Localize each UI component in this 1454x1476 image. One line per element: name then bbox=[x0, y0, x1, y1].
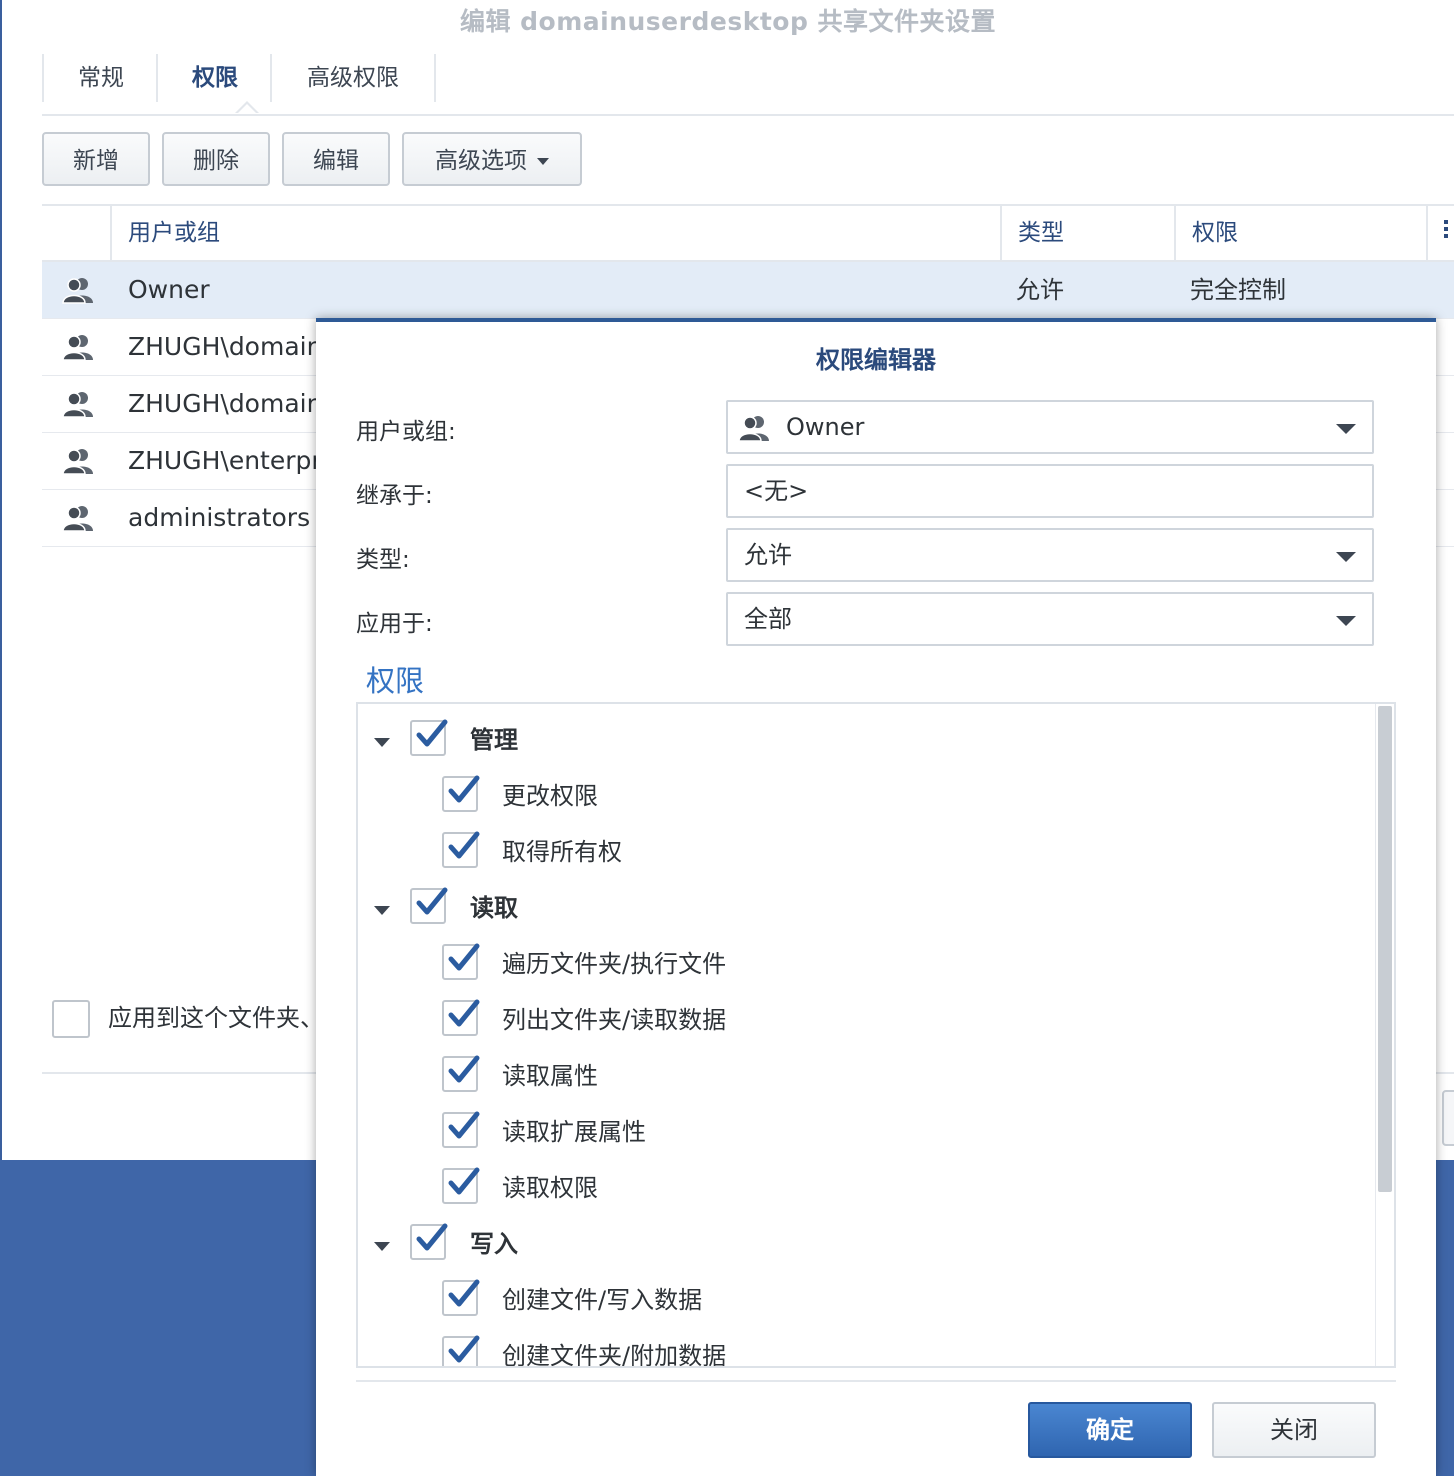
user-or-group-select[interactable]: Owner bbox=[726, 400, 1374, 454]
permission-item[interactable]: 创建文件/写入数据 bbox=[358, 1272, 1358, 1328]
permission-label: 取得所有权 bbox=[502, 838, 622, 866]
users-icon bbox=[62, 447, 96, 475]
permission-label: 读取权限 bbox=[502, 1174, 598, 1202]
advanced-options-label: 高级选项 bbox=[435, 148, 527, 174]
advanced-options-button[interactable]: 高级选项 bbox=[402, 132, 582, 186]
table-row[interactable]: Owner 允许 完全控制 bbox=[42, 262, 1454, 319]
main-footer-button[interactable] bbox=[1442, 1090, 1454, 1146]
permission-checkbox[interactable] bbox=[442, 831, 480, 868]
permission-group[interactable]: 管理 bbox=[358, 712, 1358, 768]
scrollbar-thumb[interactable] bbox=[1378, 706, 1392, 1192]
tab-advanced-permissions[interactable]: 高级权限 bbox=[270, 54, 436, 102]
row-permission: 完全控制 bbox=[1190, 276, 1286, 304]
user-or-group-label: 用户或组: bbox=[356, 419, 456, 445]
dialog-footer-divider bbox=[356, 1380, 1396, 1382]
permission-checkbox[interactable] bbox=[410, 887, 448, 924]
chevron-down-icon bbox=[537, 158, 549, 165]
type-value: 允许 bbox=[744, 541, 792, 569]
permission-label: 更改权限 bbox=[502, 782, 598, 810]
apply-to-value: 全部 bbox=[744, 605, 792, 633]
close-button[interactable]: 关闭 bbox=[1212, 1402, 1376, 1458]
permission-group[interactable]: 写入 bbox=[358, 1216, 1358, 1272]
permission-item[interactable]: 遍历文件夹/执行文件 bbox=[358, 936, 1358, 992]
column-permission[interactable]: 权限 bbox=[1174, 206, 1428, 260]
column-type[interactable]: 类型 bbox=[1000, 206, 1174, 260]
permission-label: 创建文件/写入数据 bbox=[502, 1286, 703, 1314]
permission-checkbox[interactable] bbox=[442, 1055, 480, 1092]
permission-checkbox[interactable] bbox=[442, 1167, 480, 1204]
expand-collapse-icon[interactable] bbox=[374, 1242, 390, 1251]
window-title: 编辑 domainuserdesktop 共享文件夹设置 bbox=[459, 7, 997, 36]
column-user-or-group[interactable]: 用户或组 bbox=[110, 206, 1000, 260]
permissions-section-title: 权限 bbox=[366, 664, 425, 698]
tab-permissions[interactable]: 权限 bbox=[156, 54, 272, 102]
expand-collapse-icon[interactable] bbox=[374, 906, 390, 915]
apply-to-children-label: 应用到这个文件夹、 bbox=[108, 1004, 324, 1032]
users-icon bbox=[62, 390, 96, 418]
column-menu-icon[interactable] bbox=[1444, 220, 1448, 241]
permission-label: 读取扩展属性 bbox=[502, 1118, 646, 1146]
inherited-from-field: <无> bbox=[726, 464, 1374, 518]
permission-checkbox[interactable] bbox=[442, 1111, 480, 1148]
row-user-name: ZHUGH\enterpr bbox=[128, 446, 322, 475]
row-user-name: administrators bbox=[128, 503, 311, 532]
permission-label: 创建文件夹/附加数据 bbox=[502, 1342, 727, 1368]
permissions-tree: 管理更改权限取得所有权读取遍历文件夹/执行文件 列出文件夹/读取数据 读取属性读取扩… bbox=[356, 702, 1396, 1368]
row-user-name: Owner bbox=[128, 275, 210, 304]
users-icon bbox=[738, 416, 769, 442]
table-header: 用户或组 类型 权限 bbox=[42, 204, 1454, 262]
tab-general[interactable]: 常规 bbox=[42, 54, 158, 102]
type-label: 类型: bbox=[356, 547, 410, 573]
permission-item[interactable]: 读取权限 bbox=[358, 1160, 1358, 1216]
permission-label: 列出文件夹/读取数据 bbox=[502, 1006, 727, 1034]
scrollbar[interactable] bbox=[1375, 704, 1394, 1366]
delete-button[interactable]: 删除 bbox=[162, 132, 270, 186]
permission-checkbox[interactable] bbox=[442, 775, 480, 812]
row-type: 允许 bbox=[1016, 276, 1064, 304]
permission-checkbox[interactable] bbox=[442, 1335, 480, 1366]
users-icon bbox=[62, 504, 96, 532]
ok-button[interactable]: 确定 bbox=[1028, 1402, 1192, 1458]
row-user-name: ZHUGH\domain bbox=[128, 389, 323, 418]
apply-to-select[interactable]: 全部 bbox=[726, 592, 1374, 646]
dropdown-arrow-icon bbox=[1336, 616, 1356, 626]
users-icon bbox=[62, 333, 96, 361]
permission-checkbox[interactable] bbox=[410, 1223, 448, 1260]
permission-label: 写入 bbox=[470, 1230, 518, 1258]
active-tab-indicator bbox=[235, 101, 259, 114]
inherited-from-label: 继承于: bbox=[356, 483, 433, 509]
permission-checkbox[interactable] bbox=[442, 999, 480, 1036]
permission-checkbox[interactable] bbox=[442, 1279, 480, 1316]
permission-item[interactable]: 列出文件夹/读取数据 bbox=[358, 992, 1358, 1048]
user-or-group-value: Owner bbox=[786, 413, 865, 441]
permission-item[interactable]: 创建文件夹/附加数据 bbox=[358, 1328, 1358, 1368]
edit-button-label: 编辑 bbox=[313, 148, 359, 174]
expand-collapse-icon[interactable] bbox=[374, 738, 390, 747]
permission-item[interactable]: 读取属性 bbox=[358, 1048, 1358, 1104]
permission-label: 读取属性 bbox=[502, 1062, 598, 1090]
permission-group[interactable]: 读取 bbox=[358, 880, 1358, 936]
permission-label: 管理 bbox=[470, 726, 518, 754]
permission-item[interactable]: 更改权限 bbox=[358, 768, 1358, 824]
users-icon bbox=[62, 276, 96, 304]
type-select[interactable]: 允许 bbox=[726, 528, 1374, 582]
permission-item[interactable]: 读取扩展属性 bbox=[358, 1104, 1358, 1160]
dropdown-arrow-icon bbox=[1336, 552, 1356, 562]
tab-bar: 常规 权限 高级权限 bbox=[42, 54, 1454, 116]
permission-checkbox[interactable] bbox=[442, 943, 480, 980]
edit-button[interactable]: 编辑 bbox=[282, 132, 390, 186]
dialog-title: 权限编辑器 bbox=[816, 346, 936, 374]
permission-checkbox[interactable] bbox=[410, 719, 448, 756]
apply-to-children-checkbox[interactable] bbox=[52, 1000, 90, 1038]
permission-editor-dialog: 权限编辑器 用户或组: Owner 继承于: <无> 类型: 允许 应用于: 全… bbox=[316, 318, 1436, 1476]
permission-item[interactable]: 取得所有权 bbox=[358, 824, 1358, 880]
permission-label: 遍历文件夹/执行文件 bbox=[502, 950, 727, 978]
row-user-name: ZHUGH\domain bbox=[128, 332, 323, 361]
apply-to-label: 应用于: bbox=[356, 611, 433, 637]
dropdown-arrow-icon bbox=[1336, 424, 1356, 434]
permission-label: 读取 bbox=[470, 894, 518, 922]
add-button[interactable]: 新增 bbox=[42, 132, 150, 186]
